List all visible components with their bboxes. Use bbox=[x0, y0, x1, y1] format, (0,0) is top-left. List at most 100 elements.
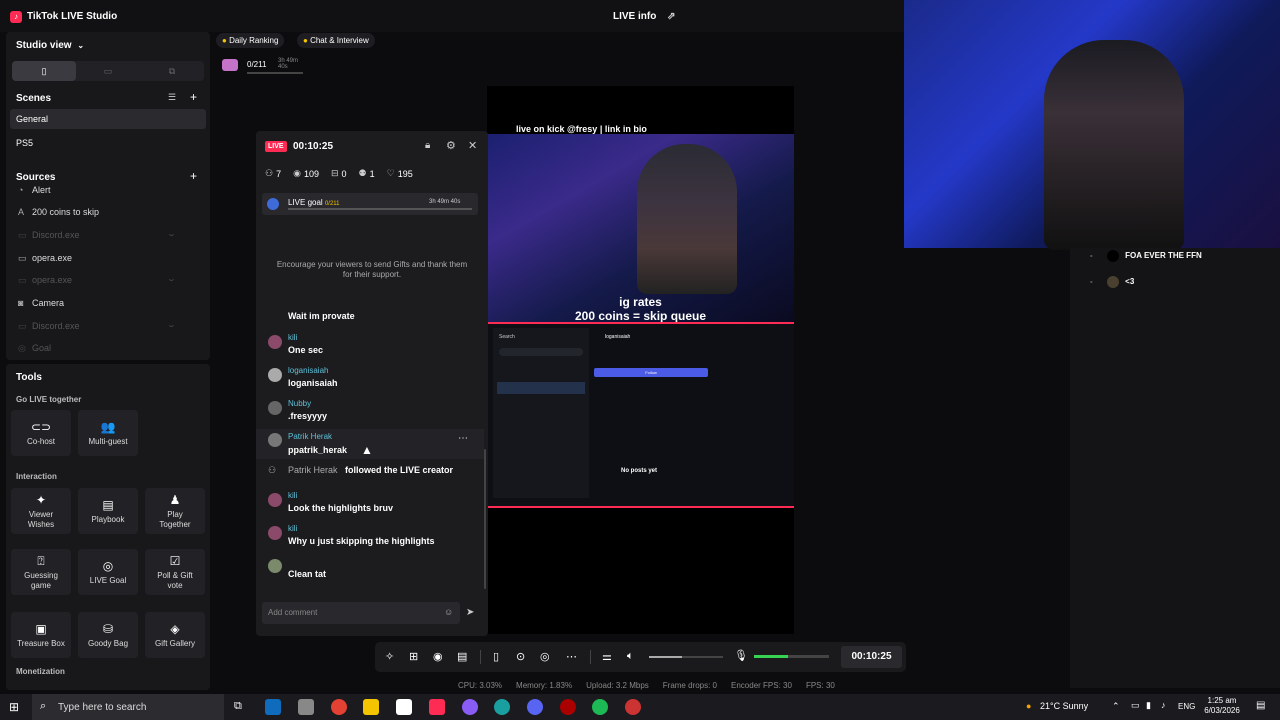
lock-icon[interactable]: 🔒︎ bbox=[425, 140, 430, 151]
mic-tray-icon[interactable]: ▮ bbox=[1146, 700, 1151, 711]
app-icon[interactable] bbox=[625, 699, 641, 715]
multiguest-button[interactable]: 👥 Multi-guest bbox=[78, 410, 138, 456]
mini-follow-label: Follow bbox=[645, 370, 657, 375]
app-icon[interactable] bbox=[462, 699, 478, 715]
source-item-camera[interactable]: ◙ Camera bbox=[10, 293, 202, 313]
landscape-layout-button[interactable]: ▭ bbox=[76, 61, 140, 81]
source-item-opera-hidden[interactable]: ▭ opera.exe ⌣ bbox=[10, 270, 202, 290]
taskbar-search[interactable]: ⌕ Type here to search bbox=[32, 694, 224, 720]
filter-icon[interactable]: ◉ bbox=[433, 650, 443, 663]
capcut-icon[interactable] bbox=[396, 699, 412, 715]
chat-username: kili bbox=[288, 524, 298, 533]
sources-list: ◔ Alert A 200 coins to skip ▭ Discord.exe ⌣ … bbox=[6, 180, 210, 360]
microphone-icon[interactable]: 🎙︎ bbox=[734, 649, 748, 662]
goal-globe-icon bbox=[267, 198, 279, 210]
more-options-icon[interactable]: ⋯ bbox=[458, 433, 468, 444]
media-icon[interactable]: ▤ bbox=[457, 650, 467, 663]
app-icon[interactable] bbox=[298, 699, 314, 715]
tiktok-icon[interactable] bbox=[429, 699, 445, 715]
heart-icon: ♡ bbox=[386, 168, 395, 178]
goody-bag-button[interactable]: ⛁ Goody Bag bbox=[78, 612, 138, 658]
chat-interview-chip[interactable]: ● Chat & Interview bbox=[297, 33, 375, 48]
effects-icon[interactable]: ⊞ bbox=[409, 650, 418, 663]
language-indicator[interactable]: ENG bbox=[1178, 702, 1195, 711]
goal-label: LIVE goal 0/211 bbox=[288, 198, 340, 207]
volume-icon[interactable]: 🔈︎ bbox=[627, 650, 634, 663]
scene-item-ps5[interactable]: PS5 bbox=[16, 137, 33, 149]
comment-input[interactable]: Add comment ☺ bbox=[262, 602, 460, 624]
windows-start-icon[interactable]: ⊞ bbox=[9, 700, 19, 714]
close-icon[interactable]: ✕ bbox=[468, 139, 477, 152]
weather-widget[interactable]: ● 21°C Sunny bbox=[1026, 701, 1088, 711]
eye-off-icon[interactable]: ⌣ bbox=[169, 321, 174, 331]
discord-icon[interactable] bbox=[527, 699, 543, 715]
scene-list-icon[interactable]: ☰ bbox=[168, 92, 176, 103]
cohost-button[interactable]: ⊂⊃ Co-host bbox=[11, 410, 71, 456]
chat-message: loganisaiah loganisaiah bbox=[264, 366, 484, 392]
chat-username: kili bbox=[288, 333, 298, 342]
mic-slider[interactable] bbox=[754, 655, 829, 658]
window-icon: ▭ bbox=[18, 252, 27, 263]
portrait-layout-button[interactable]: ▯ bbox=[12, 61, 76, 81]
avatar bbox=[268, 526, 282, 540]
gift-gallery-button[interactable]: ◈ Gift Gallery bbox=[145, 612, 205, 658]
chat-username: Patrik Herak bbox=[288, 432, 333, 441]
spotify-icon[interactable] bbox=[592, 699, 608, 715]
scene-label: PS5 bbox=[16, 138, 34, 148]
volume-slider[interactable] bbox=[649, 656, 723, 658]
likes-count: 195 bbox=[397, 168, 413, 179]
eye-off-icon[interactable]: ⌣ bbox=[169, 275, 174, 285]
settings-icon[interactable]: ⚙ bbox=[446, 139, 456, 152]
camera-switch-icon[interactable]: ◎ bbox=[540, 650, 550, 663]
poll-button[interactable]: ☑ Poll & Gift vote bbox=[145, 549, 205, 595]
source-item-text[interactable]: A 200 coins to skip bbox=[10, 202, 202, 222]
chat-username: loganisaiah bbox=[288, 366, 329, 375]
file-explorer-icon[interactable] bbox=[363, 699, 379, 715]
source-item-alert[interactable]: ◔ Alert bbox=[10, 180, 202, 200]
notifications-icon[interactable]: ▤ bbox=[1256, 700, 1265, 711]
scene-item-general[interactable]: General bbox=[10, 109, 206, 129]
target-icon: ◎ bbox=[102, 558, 114, 573]
chrome-icon[interactable] bbox=[331, 699, 347, 715]
chat-scrollbar[interactable] bbox=[484, 449, 486, 589]
tray-chevron-icon[interactable]: ⌃ bbox=[1112, 701, 1120, 712]
interaction-label: Interaction bbox=[16, 472, 57, 481]
volume-tray-icon[interactable]: ♪ bbox=[1161, 700, 1166, 710]
playbook-button[interactable]: ▤ Playbook bbox=[78, 488, 138, 534]
more-icon[interactable]: ⋯ bbox=[566, 650, 577, 663]
guessing-game-button[interactable]: ⍰ Guessing game bbox=[11, 549, 71, 595]
opera-icon[interactable] bbox=[560, 699, 576, 715]
source-item-discord[interactable]: ▭ Discord.exe ⌣ bbox=[10, 225, 202, 245]
live-goal-card[interactable]: LIVE goal 0/211 3h 49m 40s bbox=[262, 193, 478, 215]
tool-label: Gift Gallery bbox=[154, 638, 195, 648]
network-icon[interactable]: ▭ bbox=[1131, 700, 1140, 711]
goal-mini-widget[interactable]: 0/211 3h 49m 40s bbox=[218, 56, 306, 78]
viewer-wishes-button[interactable]: ✦ Viewer Wishes bbox=[11, 488, 71, 534]
live-info-button[interactable]: LIVE info ⇗ bbox=[613, 11, 676, 22]
source-item-goal[interactable]: ◎ Goal bbox=[10, 338, 202, 358]
edge-icon[interactable] bbox=[494, 699, 510, 715]
chat-text: Clean tat bbox=[288, 569, 327, 579]
record-icon[interactable]: ⊙ bbox=[516, 650, 525, 663]
studio-view-dropdown[interactable]: Studio view ⌄ bbox=[16, 40, 84, 51]
outlook-icon[interactable] bbox=[265, 699, 281, 715]
treasure-box-button[interactable]: ▣ Treasure Box bbox=[11, 612, 71, 658]
tool-label: LIVE Goal bbox=[89, 575, 127, 585]
magic-wand-icon[interactable]: ✧ bbox=[385, 650, 394, 663]
source-item-discord-hidden[interactable]: ▭ Discord.exe ⌣ bbox=[10, 316, 202, 336]
task-view-icon[interactable]: ⧉ bbox=[234, 700, 242, 713]
add-scene-icon[interactable]: + bbox=[190, 90, 197, 104]
source-item-opera[interactable]: ▭ opera.exe bbox=[10, 248, 202, 268]
send-icon[interactable]: ➤ bbox=[466, 607, 474, 618]
clock[interactable]: 1:25 am 6/03/2026 bbox=[1204, 696, 1240, 716]
daily-ranking-chip[interactable]: ● Daily Ranking bbox=[216, 33, 285, 48]
phone-icon[interactable]: ▯ bbox=[493, 650, 499, 663]
play-together-button[interactable]: ♟ Play Together bbox=[145, 488, 205, 534]
emoji-icon[interactable]: ☺ bbox=[444, 607, 453, 617]
eye-off-icon[interactable]: ⌣ bbox=[169, 230, 174, 240]
mixer-icon[interactable]: ⚌ bbox=[602, 650, 612, 663]
dual-layout-button[interactable]: ⧉ bbox=[140, 61, 204, 81]
live-goal-button[interactable]: ◎ LIVE Goal bbox=[78, 549, 138, 595]
share-icon: ⇗ bbox=[667, 11, 676, 22]
go-live-together-label: Go LIVE together bbox=[16, 395, 82, 404]
